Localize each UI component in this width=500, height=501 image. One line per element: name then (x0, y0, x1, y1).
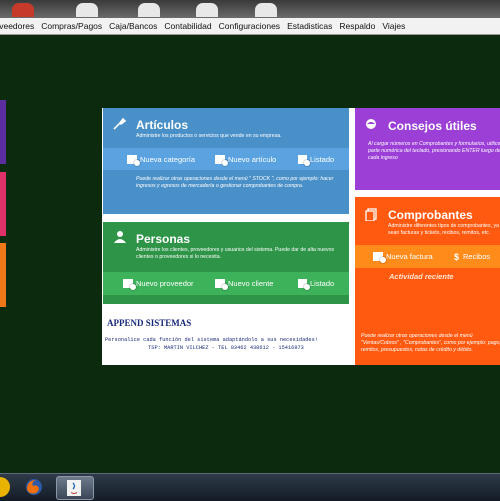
nueva-factura-button[interactable]: Nueva factura (373, 252, 433, 263)
add-category-icon (127, 154, 140, 166)
browser-tab-icon (196, 3, 218, 17)
add-item-icon (215, 154, 228, 166)
personas-listado-label: Listado (310, 279, 335, 288)
wrench-icon (113, 117, 126, 130)
side-tile[interactable] (0, 172, 6, 236)
menu-contabilidad[interactable]: Contabilidad (164, 21, 211, 31)
add-supplier-icon (123, 279, 136, 290)
articulos-note: Puede realizar otras operaciones desde e… (136, 176, 334, 189)
java-icon (67, 480, 81, 496)
taskbar (0, 473, 500, 501)
nuevo-proveedor-label: Nuevo proveedor (136, 279, 194, 288)
menu-respaldo[interactable]: Respaldo (339, 21, 375, 31)
start-button[interactable] (0, 477, 10, 497)
personas-description: Administre los clientes, proveedores y u… (136, 247, 335, 260)
firefox-icon (26, 479, 42, 495)
append-info-box: APPEND SISTEMAS Personalice cada función… (103, 312, 349, 364)
nueva-factura-label: Nueva factura (386, 252, 433, 261)
append-title: APPEND SISTEMAS (107, 318, 192, 328)
window-title-strip (0, 0, 500, 18)
consejos-description: Al cargar números en Comprobantes y form… (368, 141, 500, 161)
nuevo-proveedor-button[interactable]: Nuevo proveedor (123, 279, 194, 290)
articulos-listado-label: Listado (310, 154, 335, 164)
java-app-taskbar-button[interactable] (56, 476, 94, 500)
list-icon (298, 279, 310, 290)
menu-compras-pagos[interactable]: Compras/Pagos (41, 21, 102, 31)
comprobantes-card: Comprobantes Administre diferentes tipos… (355, 197, 500, 365)
side-tile[interactable] (0, 243, 6, 307)
menu-proveedores[interactable]: Proveedores (0, 21, 34, 31)
menu-viajes[interactable]: Viajes (382, 21, 405, 31)
menu-caja-bancos[interactable]: Caja/Bancos (109, 21, 157, 31)
actividad-reciente-label: Actividad reciente (389, 272, 454, 281)
add-client-icon (215, 279, 228, 290)
dollar-icon: $ (454, 251, 460, 262)
articulos-listado-button[interactable]: Listado (298, 154, 335, 166)
comprobantes-description: Administre diferentes tipos de comproban… (388, 223, 500, 236)
personas-action-bar: Nuevo proveedor Nuevo cliente Listado (103, 272, 349, 295)
recibos-label: Recibos (463, 252, 491, 261)
person-icon (114, 231, 126, 243)
nuevo-cliente-label: Nuevo cliente (228, 279, 274, 288)
side-tile[interactable] (0, 100, 6, 164)
nueva-categoria-label: Nueva categoría (140, 154, 196, 164)
browser-tab-icon (138, 3, 160, 17)
list-icon (298, 154, 310, 166)
consejos-title: Consejos útiles (388, 119, 477, 133)
dashboard-panel: Artículos Administre los productos o ser… (102, 108, 500, 365)
articulos-action-bar: Nueva categoría Nuevo artículo Listado (103, 148, 349, 170)
firefox-taskbar-button[interactable] (20, 476, 48, 498)
browser-tab-icon (255, 3, 277, 17)
add-invoice-icon (373, 252, 386, 263)
browser-tab-icon (12, 3, 34, 17)
personas-card: Personas Administre los clientes, provee… (103, 222, 349, 304)
personas-listado-button[interactable]: Listado (298, 279, 335, 290)
lifebuoy-icon (366, 119, 376, 129)
menu-bar: Proveedores Compras/Pagos Caja/Bancos Co… (0, 18, 500, 35)
append-line2: TSP: MARTIN VILCHEZ - TEL 03462 438612 -… (148, 345, 304, 351)
nuevo-articulo-button[interactable]: Nuevo artículo (215, 154, 277, 166)
articulos-title: Artículos (136, 118, 189, 132)
articulos-description: Administre los productos o servicios que… (136, 133, 282, 139)
comprobantes-note: Puede realizar otras operaciones desde e… (361, 333, 500, 353)
nuevo-cliente-button[interactable]: Nuevo cliente (215, 279, 274, 290)
recibos-button[interactable]: $ Recibos (454, 252, 490, 262)
consejos-card: Consejos útiles Al cargar números en Com… (355, 108, 500, 190)
append-line1: Personalice cada función del sistema ada… (105, 337, 318, 343)
comprobantes-title: Comprobantes (388, 208, 473, 222)
comprobantes-action-bar: Nueva factura $ Recibos (355, 245, 500, 268)
browser-tab-icon (76, 3, 98, 17)
articulos-card: Artículos Administre los productos o ser… (103, 108, 349, 214)
document-icon (365, 208, 377, 221)
menu-estadisticas[interactable]: Estadisticas (287, 21, 332, 31)
menu-configuraciones[interactable]: Configuraciones (219, 21, 280, 31)
personas-title: Personas (136, 232, 191, 246)
nuevo-articulo-label: Nuevo artículo (228, 154, 277, 164)
nueva-categoria-button[interactable]: Nueva categoría (127, 154, 196, 166)
